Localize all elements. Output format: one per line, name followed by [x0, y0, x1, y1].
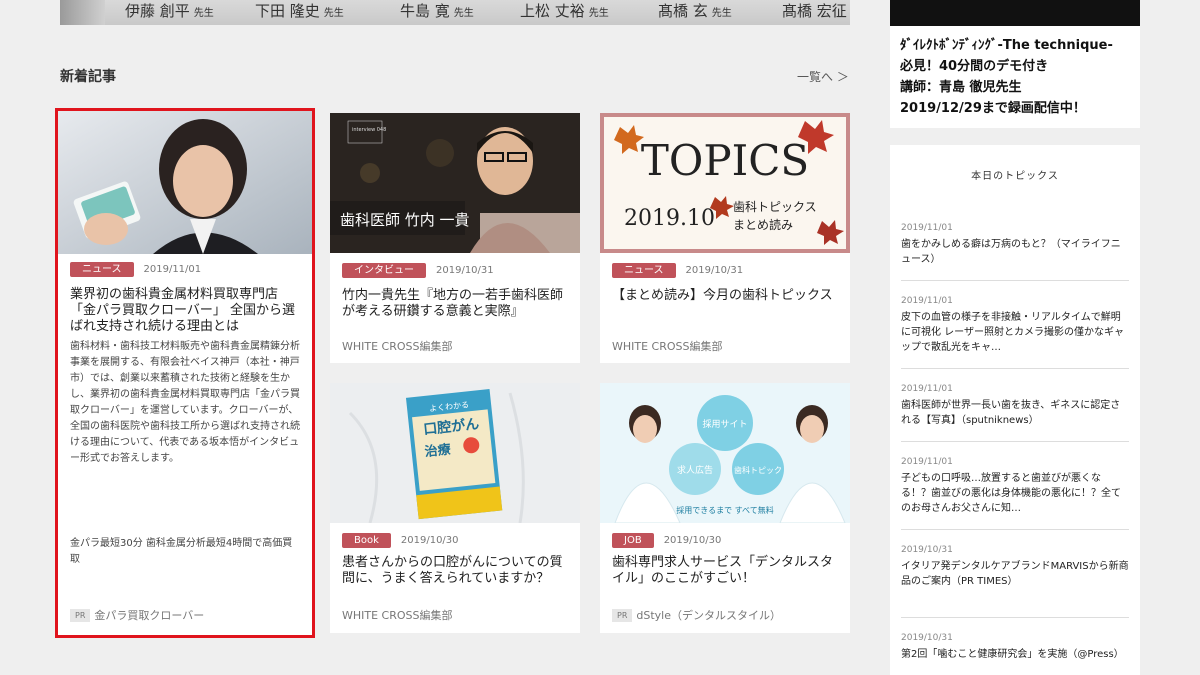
topic-date: 2019/11/01: [901, 223, 953, 233]
article-card[interactable]: 歯科医師 竹内 一貴 interview 048 インタビュー 2019/10/…: [330, 113, 580, 363]
featured-thumbnail: [58, 111, 312, 254]
article-source: PR dStyle（デンタルスタイル）: [612, 607, 781, 623]
more-link[interactable]: 一覧へ ＞: [797, 68, 849, 85]
topic-item[interactable]: 2019/11/01 皮下の血管の様子を非接触・リアルタイムで鮮明に可視化 レー…: [901, 296, 1129, 369]
doctor-name: 上松 丈裕 先生: [520, 2, 609, 20]
article-title[interactable]: 患者さんからの口腔がんについての質問に、うまく答えられていますか？: [342, 555, 568, 587]
circle-text: 求人広告: [677, 464, 713, 476]
article-meta: Book 2019/10/30: [342, 533, 459, 548]
book-text: 治療: [424, 441, 453, 460]
article-title[interactable]: 【まとめ読み】今月の歯科トピックス: [612, 288, 838, 304]
topic-title[interactable]: イタリア発デンタルケアブランドMARVISから新商品のご案内（PR TIMES）: [901, 559, 1129, 589]
ad-line: 2019/12/29まで録画配信中！: [900, 101, 1086, 116]
article-date: 2019/11/01: [143, 264, 202, 275]
article-source: WHITE CROSS編集部: [342, 338, 453, 354]
doctor-name: 伊藤 創平 先生: [125, 2, 214, 20]
source-name: WHITE CROSS編集部: [612, 340, 723, 353]
thumb-date: 2019.10: [624, 206, 715, 231]
banner-image: [60, 0, 105, 25]
doctor-name: 牛島 寛先生: [400, 2, 474, 20]
article-source: WHITE CROSS編集部: [342, 607, 453, 623]
pr-badge: PR: [612, 608, 633, 622]
topic-date: 2019/10/31: [901, 545, 953, 555]
article-extra: 金パラ最短30分 歯科金属分析最短4時間で高価買取: [70, 538, 293, 565]
article-source: PR 金パラ買取クローバー: [70, 607, 204, 623]
topic-date: 2019/10/31: [901, 633, 953, 643]
article-date: 2019/10/31: [685, 265, 744, 276]
thumb-caption: 採用できるまで すべて無料: [676, 505, 774, 515]
article-meta: JOB 2019/10/30: [612, 533, 721, 548]
doctor-name: 髙橋 宏征: [782, 2, 847, 20]
topic-title[interactable]: 皮下の血管の様子を非接触・リアルタイムで鮮明に可視化 レーザー照射とカメラ撮影の…: [901, 310, 1129, 355]
article-thumbnail: よくわかる 口腔がん 治療: [330, 383, 580, 523]
article-meta: ニュース 2019/11/01: [70, 262, 201, 277]
category-tag: Book: [342, 533, 391, 548]
category-tag: JOB: [612, 533, 654, 548]
article-thumbnail: 採用サイト 求人広告 歯科トピック 採用できるまで すべて無料: [600, 383, 850, 523]
article-date: 2019/10/31: [436, 265, 494, 276]
article-card[interactable]: TOPICS 2019.10 歯科トピックス まとめ読み ニュース 2019/1…: [600, 113, 850, 363]
article-meta: インタビュー 2019/10/31: [342, 263, 494, 278]
doctor-banner[interactable]: 伊藤 創平 先生 下田 隆史 先生 牛島 寛先生 上松 丈裕 先生 髙橋 玄先生 髙橋…: [60, 0, 850, 25]
article-title[interactable]: 竹内一貴先生『地方の一若手歯科医師が考える研鑽する意義と実際』: [342, 288, 568, 320]
article-meta: ニュース 2019/10/31: [612, 263, 743, 278]
source-name: WHITE CROSS編集部: [342, 609, 453, 622]
topic-title[interactable]: 歯科医師が世界一長い歯を抜き、ギネスに認定される【写真】（sputniknews…: [901, 398, 1129, 428]
thumb-heading: TOPICS: [641, 136, 809, 185]
article-date: 2019/10/30: [400, 535, 459, 546]
topic-item[interactable]: 2019/11/01 歯をかみしめる癖は万病のもと？（マイライフニュース）: [901, 223, 1129, 281]
source-name: 金パラ買取クローバー: [94, 609, 205, 622]
source-name: WHITE CROSS編集部: [342, 340, 453, 353]
ad-image: [890, 0, 1140, 26]
topic-date: 2019/11/01: [901, 457, 953, 467]
topic-date: 2019/11/01: [901, 296, 953, 306]
article-thumbnail: TOPICS 2019.10 歯科トピックス まとめ読み: [600, 113, 850, 253]
category-tag: ニュース: [612, 263, 676, 278]
topic-item[interactable]: 2019/11/01 子どもの口呼吸…放置すると歯並びが悪くなる！？歯並びの悪化…: [901, 457, 1129, 530]
article-source: WHITE CROSS編集部: [612, 338, 723, 354]
article-card[interactable]: 採用サイト 求人広告 歯科トピック 採用できるまで すべて無料 JOB 2019…: [600, 383, 850, 633]
article-thumbnail: 歯科医師 竹内 一貴 interview 048: [330, 113, 580, 253]
today-topics: 本日のトピックス 2019/11/01 歯をかみしめる癖は万病のもと？（マイライ…: [890, 145, 1140, 675]
circle-text: 歯科トピック: [734, 465, 782, 475]
topic-title[interactable]: 子どもの口呼吸…放置すると歯並びが悪くなる！？歯並びの悪化は身体機能の悪化に！？…: [901, 471, 1129, 516]
topic-title[interactable]: 第2回「噛むこと健康研究会」を実施（@Press）: [901, 647, 1129, 662]
category-tag: ニュース: [70, 262, 134, 277]
article-date: 2019/10/30: [663, 535, 722, 546]
ad-line: 講師：青島 徹児先生: [900, 80, 1022, 95]
topic-date: 2019/11/01: [901, 384, 953, 394]
doctor-name: 髙橋 玄先生: [658, 2, 732, 20]
featured-article-card[interactable]: ニュース 2019/11/01 業界初の歯科貴金属材料買取専門店「金パラ買取クロ…: [55, 108, 315, 638]
topic-title[interactable]: 歯をかみしめる癖は万病のもと？（マイライフニュース）: [901, 237, 1129, 267]
source-name: dStyle（デンタルスタイル）: [636, 609, 782, 622]
article-card[interactable]: よくわかる 口腔がん 治療 Book 2019/10/30 患者さんからの口腔が…: [330, 383, 580, 633]
section-title: 新着記事: [60, 69, 116, 85]
thumb-sub: 歯科トピックス: [733, 200, 817, 214]
article-description: 歯科材料・歯科技工材料販売や歯科貴金属精錬分析事業を展開する、有限会社ベイス神戸…: [70, 341, 300, 464]
article-title[interactable]: 歯科専門求人サービス「デンタルスタイル」のここがすごい！: [612, 555, 838, 587]
topic-item[interactable]: 2019/10/31 イタリア発デンタルケアブランドMARVISから新商品のご案…: [901, 545, 1129, 618]
thumb-sub: まとめ読み: [733, 217, 793, 232]
seminar-ad[interactable]: ﾀﾞｲﾚｸﾄﾎﾞﾝﾃﾞｨﾝｸﾞ-The technique- 必見！40分間のデ…: [890, 0, 1140, 128]
ad-line: ﾀﾞｲﾚｸﾄﾎﾞﾝﾃﾞｨﾝｸﾞ-The technique-: [900, 38, 1113, 53]
thumb-caption: 歯科医師 竹内 一貴: [340, 211, 470, 229]
topic-item[interactable]: 2019/10/31 第2回「噛むこと健康研究会」を実施（@Press）: [901, 633, 1129, 675]
thumb-label: interview 048: [352, 127, 386, 133]
ad-line: 必見！40分間のデモ付き: [900, 59, 1049, 74]
circle-text: 採用サイト: [702, 418, 747, 430]
ad-text: ﾀﾞｲﾚｸﾄﾎﾞﾝﾃﾞｨﾝｸﾞ-The technique- 必見！40分間のデ…: [900, 35, 1113, 119]
pr-badge: PR: [70, 608, 91, 622]
doctor-name: 下田 隆史 先生: [255, 2, 344, 20]
topics-heading: 本日のトピックス: [971, 171, 1059, 182]
topic-item[interactable]: 2019/11/01 歯科医師が世界一長い歯を抜き、ギネスに認定される【写真】（…: [901, 384, 1129, 442]
category-tag: インタビュー: [342, 263, 426, 278]
article-title[interactable]: 業界初の歯科貴金属材料買取専門店「金パラ買取クローバー」 全国から選ばれ支持され…: [70, 287, 300, 335]
